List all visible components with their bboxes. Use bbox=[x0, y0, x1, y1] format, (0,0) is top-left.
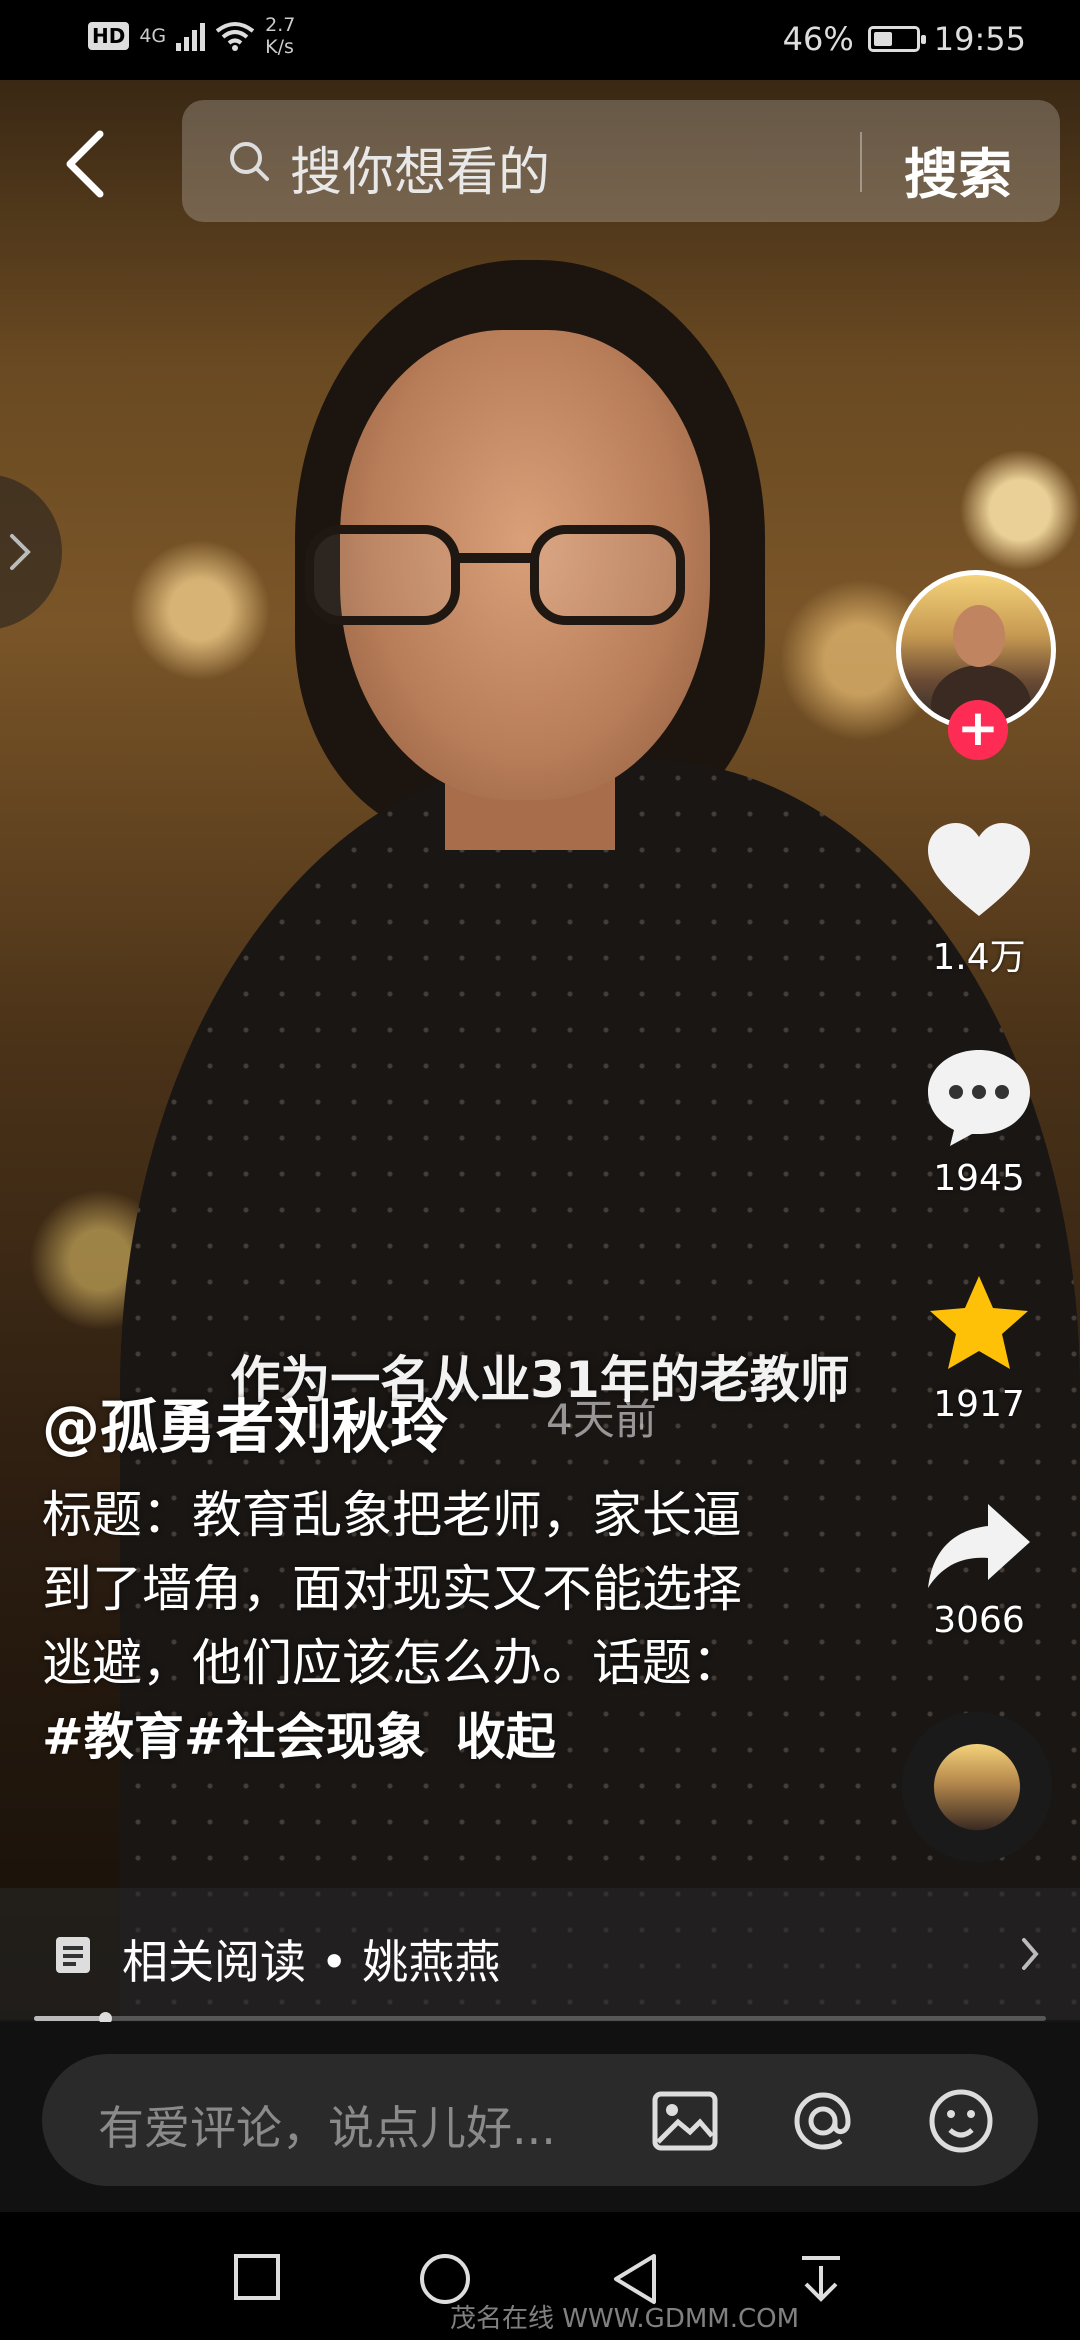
video-progress-bar[interactable] bbox=[34, 2012, 1046, 2025]
hashtags[interactable]: #教育#社会现象 bbox=[42, 1708, 426, 1766]
clock: 19:55 bbox=[933, 20, 1026, 58]
watermark: 茂名在线 WWW.GDMM.COM bbox=[450, 2304, 800, 2334]
status-right: 46% 19:55 bbox=[783, 20, 1026, 58]
author-name[interactable]: @孤勇者刘秋玲 bbox=[42, 1380, 448, 1464]
comment-input-box[interactable]: 有爱评论，说点儿好... bbox=[42, 2054, 1038, 2186]
related-label: 相关阅读 • 姚燕燕 bbox=[122, 1935, 501, 1989]
net-speed-value: 2.7 bbox=[265, 14, 296, 36]
comment-input[interactable]: 有爱评论，说点儿好... bbox=[98, 2092, 556, 2158]
follow-button[interactable]: + bbox=[948, 700, 1008, 760]
description-text: 标题：教育乱象把老师，家长逼到了墙角，面对现实又不能选择逃避，他们应该怎么办。话… bbox=[42, 1486, 742, 1692]
like-action[interactable]: 1.4万 bbox=[904, 820, 1054, 980]
chevron-right-icon bbox=[10, 534, 31, 570]
share-icon bbox=[928, 1504, 1030, 1588]
battery-percent: 46% bbox=[782, 20, 854, 58]
music-cover bbox=[934, 1744, 1020, 1830]
nav-recents-icon[interactable] bbox=[232, 2252, 282, 2302]
comment-bar: 有爱评论，说点儿好... bbox=[0, 2022, 1080, 2212]
post-time: 4天前 bbox=[546, 1395, 657, 1444]
net-speed: 2.7 K/s bbox=[265, 14, 295, 58]
related-reading[interactable]: 相关阅读 • 姚燕燕 bbox=[0, 1888, 1080, 2022]
network-type: 4G bbox=[139, 25, 167, 47]
status-bar: HD 4G 2.7 K/s 46% 19:55 bbox=[0, 0, 1080, 80]
search-input[interactable]: 搜你想看的 bbox=[290, 130, 550, 205]
music-disc[interactable] bbox=[902, 1712, 1052, 1862]
signal-icon bbox=[176, 21, 206, 51]
battery-fill bbox=[873, 32, 893, 46]
favorite-count: 1917 bbox=[933, 1384, 1025, 1425]
net-speed-unit: K/s bbox=[265, 36, 294, 58]
comment-action[interactable]: 1945 bbox=[904, 1046, 1054, 1199]
comment-count: 1945 bbox=[933, 1158, 1025, 1199]
search-divider bbox=[860, 132, 862, 192]
hd-badge: HD bbox=[88, 22, 130, 50]
document-icon bbox=[56, 1937, 90, 1973]
nav-down-icon[interactable] bbox=[798, 2252, 844, 2306]
emoji-icon[interactable] bbox=[926, 2086, 996, 2156]
search-button[interactable]: 搜索 bbox=[904, 130, 1012, 209]
share-action[interactable]: 3066 bbox=[904, 1500, 1054, 1641]
post-description: 标题：教育乱象把老师，家长逼到了墙角，面对现实又不能选择逃避，他们应该怎么办。话… bbox=[42, 1478, 762, 1774]
favorite-action[interactable]: 1917 bbox=[904, 1272, 1054, 1425]
share-count: 3066 bbox=[933, 1600, 1025, 1641]
collapse-link[interactable]: 收起 bbox=[456, 1708, 556, 1766]
heart-icon bbox=[928, 823, 1030, 916]
wifi-icon bbox=[215, 22, 255, 51]
search-bar[interactable]: 搜你想看的 搜索 bbox=[182, 100, 1060, 222]
at-icon[interactable] bbox=[788, 2086, 858, 2156]
progress-fill bbox=[34, 2016, 105, 2021]
battery-icon bbox=[867, 26, 926, 52]
star-icon bbox=[930, 1276, 1028, 1369]
back-icon[interactable] bbox=[60, 128, 110, 200]
comment-icon bbox=[928, 1050, 1030, 1146]
like-count: 1.4万 bbox=[932, 937, 1026, 978]
status-left: HD 4G 2.7 K/s bbox=[88, 14, 295, 58]
chevron-right-icon bbox=[1022, 1938, 1039, 1970]
image-icon[interactable] bbox=[650, 2086, 720, 2156]
search-icon bbox=[230, 142, 269, 181]
